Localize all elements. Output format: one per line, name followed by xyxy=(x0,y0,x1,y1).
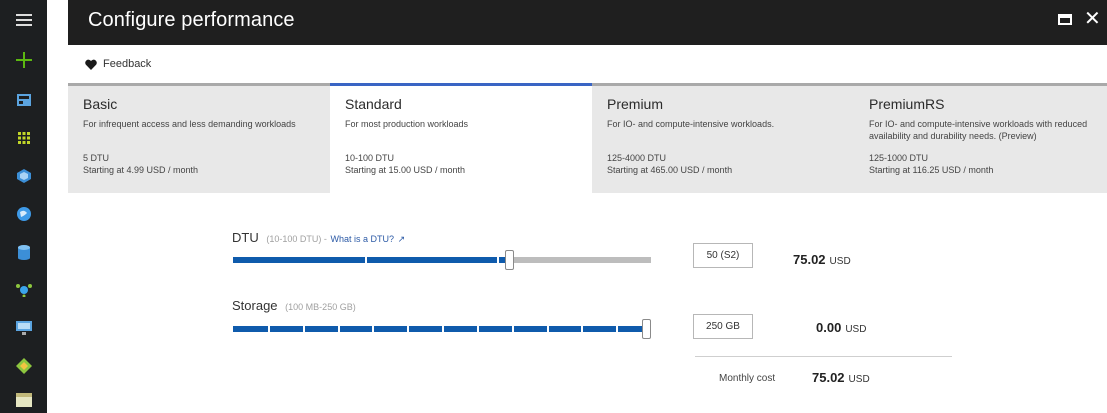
extensions-icon[interactable] xyxy=(0,351,47,381)
storage-slider-tick xyxy=(477,326,479,332)
page-title: Configure performance xyxy=(88,9,295,31)
tier-description: For IO- and compute-intensive workloads. xyxy=(607,119,775,129)
feedback-label: Feedback xyxy=(103,58,152,70)
heart-icon xyxy=(85,59,97,70)
tier-premiumrs[interactable]: PremiumRS For IO- and compute-intensive … xyxy=(854,83,1107,193)
storage-cost: 0.00 USD xyxy=(816,320,866,335)
storage-slider-tick xyxy=(407,326,409,332)
storage-cost-currency: USD xyxy=(845,324,867,335)
dtu-cost-amount: 75.02 xyxy=(793,252,826,267)
storage-slider-tick xyxy=(512,326,514,332)
dtu-slider-fill xyxy=(233,257,509,263)
storage-slider-tick xyxy=(442,326,444,332)
monthly-cost-currency: USD xyxy=(848,374,870,385)
tier-premium[interactable]: Premium For IO- and compute-intensive wo… xyxy=(592,83,854,193)
dtu-range: (10-100 DTU) - xyxy=(266,234,327,244)
storage-slider-tick xyxy=(581,326,583,332)
hamburger-menu-icon[interactable] xyxy=(0,5,47,35)
tier-standard[interactable]: Standard For most production workloads 1… xyxy=(330,83,592,193)
dtu-cost: 75.02 USD xyxy=(793,252,851,267)
storage-cost-amount: 0.00 xyxy=(816,320,842,335)
dtu-label-row: DTU (10-100 DTU) - What is a DTU? ↗ xyxy=(232,230,405,245)
network-icon[interactable] xyxy=(0,275,47,305)
monthly-cost-label: Monthly cost xyxy=(719,373,776,384)
dtu-slider[interactable] xyxy=(233,250,651,270)
storage-label-row: Storage (100 MB-250 GB) xyxy=(232,298,356,313)
feedback-button[interactable]: Feedback xyxy=(85,58,151,70)
plus-icon[interactable] xyxy=(0,45,47,75)
sql-database-icon[interactable] xyxy=(0,237,47,267)
dtu-slider-tick xyxy=(365,257,367,263)
command-bar: Feedback xyxy=(68,45,1107,83)
pricing-tier-tabs: Basic For infrequent access and less dem… xyxy=(68,83,1107,193)
dtu-slider-tick xyxy=(497,257,499,263)
tier-description: For most production workloads xyxy=(345,119,469,129)
tier-name: Basic xyxy=(83,96,118,112)
maximize-icon[interactable] xyxy=(1058,14,1072,25)
tier-dtu: 125-4000 DTU xyxy=(607,153,667,163)
what-is-dtu-link[interactable]: What is a DTU? xyxy=(330,234,394,244)
storage-icon[interactable] xyxy=(0,385,47,413)
tier-price: Starting at 4.99 USD / month xyxy=(83,165,199,175)
all-resources-icon[interactable] xyxy=(0,123,47,153)
dashboard-icon[interactable] xyxy=(0,85,47,115)
storage-value-box[interactable]: 250 GB xyxy=(693,314,753,339)
close-icon[interactable]: ✕ xyxy=(1084,7,1101,31)
storage-slider-tick xyxy=(338,326,340,332)
cost-divider xyxy=(695,356,952,357)
dtu-slider-thumb[interactable] xyxy=(505,250,514,270)
storage-slider-tick xyxy=(268,326,270,332)
tier-price: Starting at 465.00 USD / month xyxy=(607,165,733,175)
external-link-icon: ↗ xyxy=(397,234,406,244)
storage-slider-tick xyxy=(372,326,374,332)
storage-slider-thumb[interactable] xyxy=(642,319,651,339)
left-nav-rail xyxy=(0,0,47,413)
tier-description: For infrequent access and less demanding… xyxy=(83,119,296,129)
tier-dtu: 10-100 DTU xyxy=(345,153,395,163)
configure-performance-app: Configure performance ✕ Feedback Basic F… xyxy=(0,0,1107,413)
tier-name: Premium xyxy=(607,96,664,112)
tier-price: Starting at 15.00 USD / month xyxy=(345,165,466,175)
storage-slider[interactable] xyxy=(233,319,651,339)
storage-slider-tick xyxy=(547,326,549,332)
tier-dtu: 5 DTU xyxy=(83,153,110,163)
tier-name: PremiumRS xyxy=(869,96,945,112)
storage-label: Storage xyxy=(232,298,278,313)
monitor-icon[interactable] xyxy=(0,313,47,343)
tier-price: Starting at 116.25 USD / month xyxy=(869,165,994,175)
tier-name: Standard xyxy=(345,96,402,112)
blade-title-bar: Configure performance ✕ xyxy=(68,0,1107,45)
monthly-cost: 75.02 USD xyxy=(812,370,870,385)
dtu-cost-currency: USD xyxy=(829,256,851,267)
tier-dtu: 125-1000 DTU xyxy=(869,153,929,163)
tier-description: For IO- and compute-intensive workloads … xyxy=(869,119,1088,141)
storage-range: (100 MB-250 GB) xyxy=(285,302,356,312)
dtu-label: DTU xyxy=(232,230,259,245)
monthly-cost-amount: 75.02 xyxy=(812,370,845,385)
tier-basic[interactable]: Basic For infrequent access and less dem… xyxy=(68,83,330,193)
resource-group-icon[interactable] xyxy=(0,161,47,191)
dtu-value-box[interactable]: 50 (S2) xyxy=(693,243,753,268)
globe-icon[interactable] xyxy=(0,199,47,229)
storage-slider-tick xyxy=(616,326,618,332)
storage-slider-tick xyxy=(303,326,305,332)
